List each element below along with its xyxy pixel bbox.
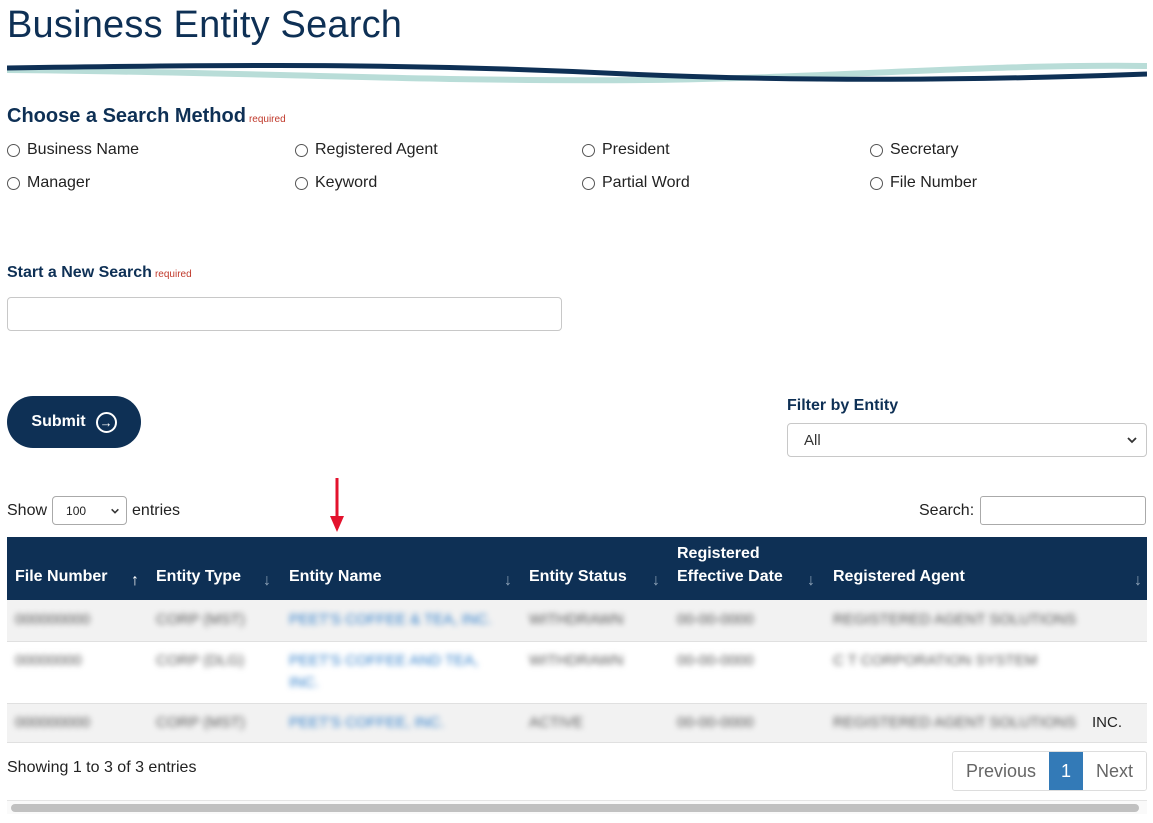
cell-entity-type: CORP (MST) bbox=[156, 611, 245, 628]
column-header-registered-agent[interactable]: Registered Agent bbox=[833, 537, 965, 600]
radio-partial-word[interactable]: Partial Word bbox=[582, 174, 690, 192]
column-header-entity-status[interactable]: Entity Status bbox=[529, 537, 627, 600]
sort-desc-icon[interactable]: ↓ bbox=[807, 572, 815, 590]
red-arrow-down-icon bbox=[330, 478, 344, 532]
radio-circle-icon[interactable] bbox=[295, 143, 308, 157]
registered-agent-suffix: INC. bbox=[1092, 714, 1122, 731]
radio-circle-icon[interactable] bbox=[295, 176, 308, 190]
table-row: 00000000 CORP (DLG) PEET'S COFFEE AND TE… bbox=[7, 642, 1147, 704]
sort-desc-icon[interactable]: ↓ bbox=[1134, 572, 1142, 590]
cell-effective-date: 00-00-0000 bbox=[677, 714, 754, 731]
radio-registered-agent[interactable]: Registered Agent bbox=[295, 141, 438, 159]
entity-name-link[interactable]: PEET'S COFFEE & TEA, INC. bbox=[289, 611, 492, 628]
radio-keyword[interactable]: Keyword bbox=[295, 174, 377, 192]
sort-asc-icon[interactable]: ↑ bbox=[131, 572, 139, 590]
search-method-title: Choose a Search Method required bbox=[7, 105, 286, 127]
table-row: 000000000 CORP (MST) PEET'S COFFEE, INC.… bbox=[7, 704, 1147, 743]
radio-business-name[interactable]: Business Name bbox=[7, 141, 139, 159]
chevron-down-icon bbox=[1127, 437, 1137, 444]
table-row: 000000000 CORP (MST) PEET'S COFFEE & TEA… bbox=[7, 600, 1147, 642]
sort-desc-icon[interactable]: ↓ bbox=[504, 572, 512, 590]
column-header-effective-date[interactable]: Registered Effective Date bbox=[677, 537, 783, 600]
column-header-file-number[interactable]: File Number bbox=[15, 537, 107, 600]
chevron-down-icon bbox=[111, 508, 119, 514]
column-header-entity-name[interactable]: Entity Name bbox=[289, 537, 381, 600]
radio-circle-icon[interactable] bbox=[582, 143, 595, 157]
table-search-input[interactable] bbox=[980, 496, 1147, 525]
submit-label: Submit bbox=[31, 413, 86, 430]
radio-circle-icon[interactable] bbox=[7, 176, 20, 190]
table-search-label: Search: bbox=[919, 501, 975, 519]
cell-entity-status: WITHDRAWN bbox=[529, 611, 624, 628]
cell-entity-type: CORP (MST) bbox=[156, 714, 245, 731]
length-control: Show 100 entries bbox=[7, 496, 180, 525]
entries-per-page-select[interactable]: 100 bbox=[52, 496, 128, 525]
page-title: Business Entity Search bbox=[7, 4, 403, 46]
table-search-control: Search: bbox=[919, 496, 1147, 525]
next-button[interactable]: Next bbox=[1083, 752, 1147, 790]
filter-selected-value: All bbox=[804, 431, 821, 449]
entity-name-link[interactable]: PEET'S COFFEE, INC. bbox=[289, 714, 444, 731]
filter-entity-label: Filter by Entity bbox=[787, 397, 899, 414]
column-header-entity-type[interactable]: Entity Type bbox=[156, 537, 241, 600]
cell-registered-agent: REGISTERED AGENT SOLUTIONS bbox=[833, 611, 1077, 628]
cell-entity-status: WITHDRAWN bbox=[529, 652, 624, 669]
entity-name-link[interactable]: PEET'S COFFEE AND TEA, bbox=[289, 652, 478, 669]
table-info: Showing 1 to 3 of 3 entries bbox=[7, 759, 197, 776]
radio-file-number[interactable]: File Number bbox=[870, 174, 977, 192]
entries-selected-value: 100 bbox=[66, 503, 87, 518]
cell-registered-agent: REGISTERED AGENT SOLUTIONS bbox=[833, 714, 1077, 731]
radio-manager[interactable]: Manager bbox=[7, 174, 90, 192]
cell-effective-date: 00-00-0000 bbox=[677, 611, 754, 628]
radio-circle-icon[interactable] bbox=[582, 176, 595, 190]
new-search-label: Start a New Search required bbox=[7, 264, 192, 281]
horizontal-scrollbar[interactable] bbox=[7, 800, 1147, 814]
cell-registered-agent: C T CORPORATION SYSTEM bbox=[833, 652, 1038, 669]
submit-button[interactable]: Submit → bbox=[7, 396, 141, 448]
decorative-wave bbox=[7, 62, 1147, 84]
table-header: File Number ↑ Entity Type ↓ Entity Name … bbox=[7, 537, 1147, 600]
entries-label: entries bbox=[132, 501, 181, 519]
radio-secretary[interactable]: Secretary bbox=[870, 141, 958, 159]
radio-circle-icon[interactable] bbox=[870, 176, 883, 190]
page-1-button[interactable]: 1 bbox=[1049, 752, 1084, 790]
cell-entity-type: CORP (DLG) bbox=[156, 652, 245, 669]
cell-file-number: 000000000 bbox=[15, 611, 91, 628]
sort-desc-icon[interactable]: ↓ bbox=[652, 572, 660, 590]
radio-president[interactable]: President bbox=[582, 141, 670, 159]
results-table: File Number ↑ Entity Type ↓ Entity Name … bbox=[7, 537, 1147, 743]
radio-circle-icon[interactable] bbox=[870, 143, 883, 157]
filter-entity-select[interactable]: All bbox=[787, 423, 1147, 457]
show-label: Show bbox=[7, 501, 48, 519]
cell-entity-status: ACTIVE bbox=[529, 714, 584, 731]
entity-name-link-line2[interactable]: INC. bbox=[289, 674, 319, 691]
cell-effective-date: 00-00-0000 bbox=[677, 652, 754, 669]
cell-file-number: 000000000 bbox=[15, 714, 91, 731]
required-marker: required bbox=[154, 269, 192, 280]
sort-desc-icon[interactable]: ↓ bbox=[263, 572, 271, 590]
required-marker: required bbox=[248, 114, 286, 125]
scrollbar-thumb[interactable] bbox=[11, 804, 1139, 812]
pagination: Previous 1 Next bbox=[952, 751, 1148, 791]
arrow-right-circle-icon: → bbox=[95, 411, 117, 433]
new-search-input[interactable] bbox=[7, 297, 562, 331]
previous-button[interactable]: Previous bbox=[953, 752, 1050, 790]
radio-circle-icon[interactable] bbox=[7, 143, 20, 157]
cell-file-number: 00000000 bbox=[15, 652, 82, 669]
